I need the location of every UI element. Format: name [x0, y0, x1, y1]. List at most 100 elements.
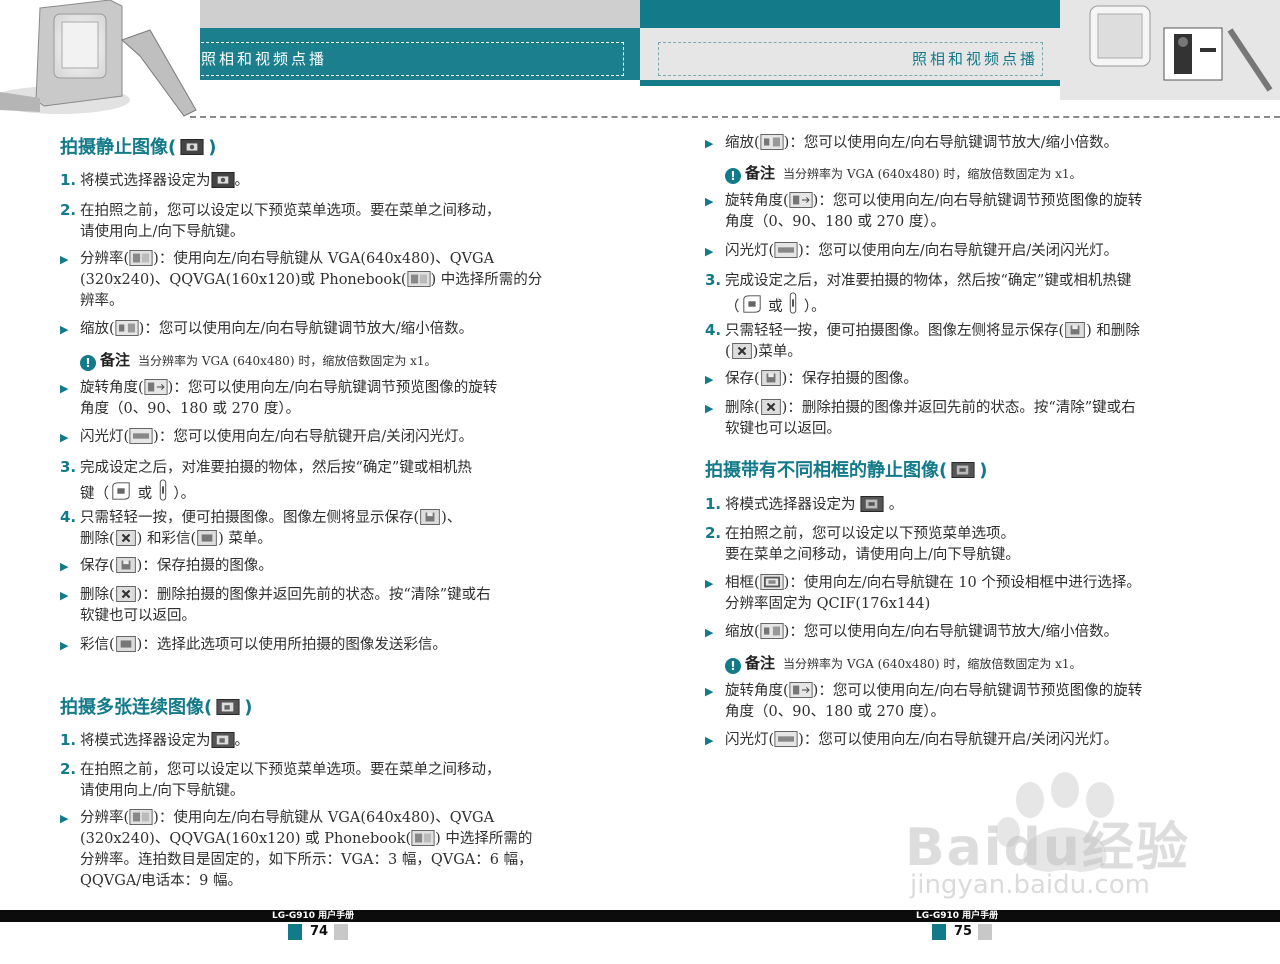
option-text: )：删除拍摄的图像并返回先前的状态。按“清除”键或右 [781, 400, 1136, 416]
step-number: 4. [60, 508, 77, 526]
step-number: 2. [60, 201, 77, 219]
multi-option-resolution: ▶ 分辨率()：使用向左/向右导航键从 VGA(640x480)、QVGA (32… [60, 808, 533, 892]
step-text: 在拍照之前，您可以设定以下预览菜单选项。要在菜单之间移动， [80, 762, 501, 778]
note-label: 备注 [745, 164, 776, 182]
option-text-cont: (320x240)、QQVGA(160x120)或 Phonebook( ) 中选… [60, 270, 542, 291]
zoom-icon [760, 623, 784, 639]
option-label: 缩放( [725, 624, 760, 640]
frame-option-frame: ▶ 相框()：使用向左/向右导航键在 10 个预设相框中进行选择。 分辨率固定为 … [705, 573, 1141, 615]
option-label: 保存( [725, 371, 760, 387]
bullet-arrow-icon: ▶ [705, 373, 714, 386]
bullet-arrow-icon: ▶ [705, 245, 714, 258]
option-text-cont: 角度（0、90、180 或 270 度）。 [725, 704, 946, 720]
save-icon [1064, 322, 1086, 338]
bullet-arrow-icon: ▶ [60, 812, 69, 825]
option-text-cont: 软键也可以返回。 [725, 421, 841, 437]
option-text: )：您可以使用向左/向右导航键调节预览图像的旋转 [167, 380, 498, 396]
step-text-part: ) 和彩信( [136, 531, 197, 547]
option-label: 缩放( [80, 321, 115, 337]
step-text-cont: （ 或 ）。 [705, 292, 1131, 318]
page-number-right: 75 [954, 924, 973, 939]
note-icon: ! [725, 658, 741, 674]
step-number: 1. [60, 731, 77, 749]
step-number: 2. [705, 524, 722, 542]
resolution-icon [129, 809, 153, 825]
option-text-part: ) 中选择所需的 [435, 831, 533, 847]
option-text: )：您可以使用向左/向右导航键调节放大/缩小倍数。 [138, 321, 474, 337]
right-note-zoom: ! 备注 当分辨率为 VGA (640x480) 时，缩放倍数固定为 x1。 [725, 162, 1082, 184]
bullet-arrow-icon: ▶ [705, 685, 714, 698]
camera-side-key-icon [157, 479, 169, 501]
step-number: 3. [705, 271, 722, 289]
option-mms: ▶ 彩信()：选择此选项可以使用所拍摄的图像发送彩信。 [60, 635, 447, 656]
step-text-part: 或 [768, 299, 783, 315]
header-teal-stripe [640, 80, 1060, 86]
option-text-part: (320x240)、QQVGA(160x120)或 Phonebook( [80, 272, 407, 288]
watermark-brand-a: Bai [905, 818, 1004, 878]
frame-mode-icon [951, 462, 975, 478]
frame-step-1: 1. 将模式选择器设定为 。 [705, 494, 903, 516]
section-title-frame-shot: 拍摄带有不同相框的静止图像() [705, 456, 987, 482]
step-text-part: ）。 [803, 299, 826, 315]
camera-side-key-icon [787, 292, 799, 314]
note-text: 当分辨率为 VGA (640x480) 时，缩放倍数固定为 x1。 [138, 354, 437, 368]
option-text: )：您可以使用向左/向右导航键开启/关闭闪光灯。 [153, 429, 474, 445]
flash-icon [129, 428, 153, 444]
option-text: )：您可以使用向左/向右导航键开启/关闭闪光灯。 [798, 243, 1119, 259]
section-title-text: 拍摄带有不同相框的静止图像( [705, 460, 948, 481]
frame-note-zoom: ! 备注 当分辨率为 VGA (640x480) 时，缩放倍数固定为 x1。 [725, 652, 1082, 674]
section-title-close: ) [979, 460, 988, 481]
option-text: )：使用向左/向右导航键从 VGA(640x480)、QVGA [153, 251, 495, 267]
option-label: 缩放( [725, 135, 760, 151]
option-label: 彩信( [80, 637, 115, 653]
step-text: 将模式选择器设定为 [80, 173, 211, 189]
option-label: 相框( [725, 575, 760, 591]
option-text-part: ) 中选择所需的分 [430, 272, 543, 288]
option-label: 闪光灯( [80, 429, 130, 445]
note-label: 备注 [745, 654, 776, 672]
watermark-brand-c: 经验 [1081, 818, 1190, 878]
multi-step-2: 2. 在拍照之前，您可以设定以下预览菜单选项。要在菜单之间移动， 请使用向上/向下… [60, 759, 501, 802]
bullet-arrow-icon: ▶ [705, 137, 714, 150]
bullet-arrow-icon: ▶ [60, 382, 69, 395]
step-text: 完成设定之后，对准要拍摄的物体，然后按“确定”键或相机热 [80, 460, 472, 476]
step-number: 3. [60, 458, 77, 476]
bullet-arrow-icon: ▶ [60, 589, 69, 602]
header-band-left [186, 0, 640, 28]
option-label: 分辨率( [80, 251, 130, 267]
zoom-icon [115, 320, 139, 336]
page-marker-right [932, 924, 946, 940]
bullet-arrow-icon: ▶ [705, 734, 714, 747]
page-marker-left-gray [334, 924, 348, 940]
flash-icon [774, 242, 798, 258]
step-text-part: 或 [137, 486, 153, 502]
option-text-cont: 分辨率。连拍数目是固定的，如下所示：VGA：3 幅，QVGA：6 幅， [80, 852, 533, 868]
frame-icon [760, 574, 784, 590]
phonebook-resolution-icon [407, 271, 431, 287]
phone-illustration-right [1060, 0, 1280, 100]
note-icon: ! [725, 168, 741, 184]
option-rotate: ▶ 旋转角度()：您可以使用向左/向右导航键调节预览图像的旋转 角度（0、90、1… [60, 378, 497, 420]
step-text-end: 。 [234, 173, 250, 189]
step-3: 3. 完成设定之后，对准要拍摄的物体，然后按“确定”键或相机热 键（ 或 ）。 [60, 457, 472, 505]
option-label: 旋转角度( [725, 193, 789, 209]
right-option-delete: ▶ 删除()：删除拍摄的图像并返回先前的状态。按“清除”键或右 软键也可以返回。 [705, 398, 1136, 440]
option-label: 闪光灯( [725, 732, 775, 748]
option-label: 分辨率( [80, 810, 130, 826]
step-number: 4. [705, 321, 722, 339]
step-text-end: 。 [888, 497, 904, 513]
section-title-text: 拍摄静止图像( [60, 137, 177, 158]
step-text-part: ) 菜单。 [218, 531, 272, 547]
option-text: )：保存拍摄的图像。 [781, 371, 918, 387]
step-number: 1. [705, 495, 722, 513]
step-text-part: （ [725, 299, 740, 315]
phonebook-resolution-icon [411, 830, 435, 846]
option-text: )：您可以使用向左/向右导航键调节预览图像的旋转 [812, 683, 1143, 699]
step-text-part: 删除( [80, 531, 115, 547]
option-delete: ▶ 删除()：删除拍摄的图像并返回先前的状态。按“清除”键或右 软键也可以返回。 [60, 585, 491, 627]
delete-icon [760, 399, 782, 415]
option-text-cont: 分辨率固定为 QCIF(176x144) [725, 596, 931, 612]
step-text: 将模式选择器设定为 [725, 497, 856, 513]
frame-option-rotate: ▶ 旋转角度()：您可以使用向左/向右导航键调节预览图像的旋转 角度（0、90、1… [705, 681, 1142, 723]
step-1: 1. 将模式选择器设定为 。 [60, 170, 249, 192]
